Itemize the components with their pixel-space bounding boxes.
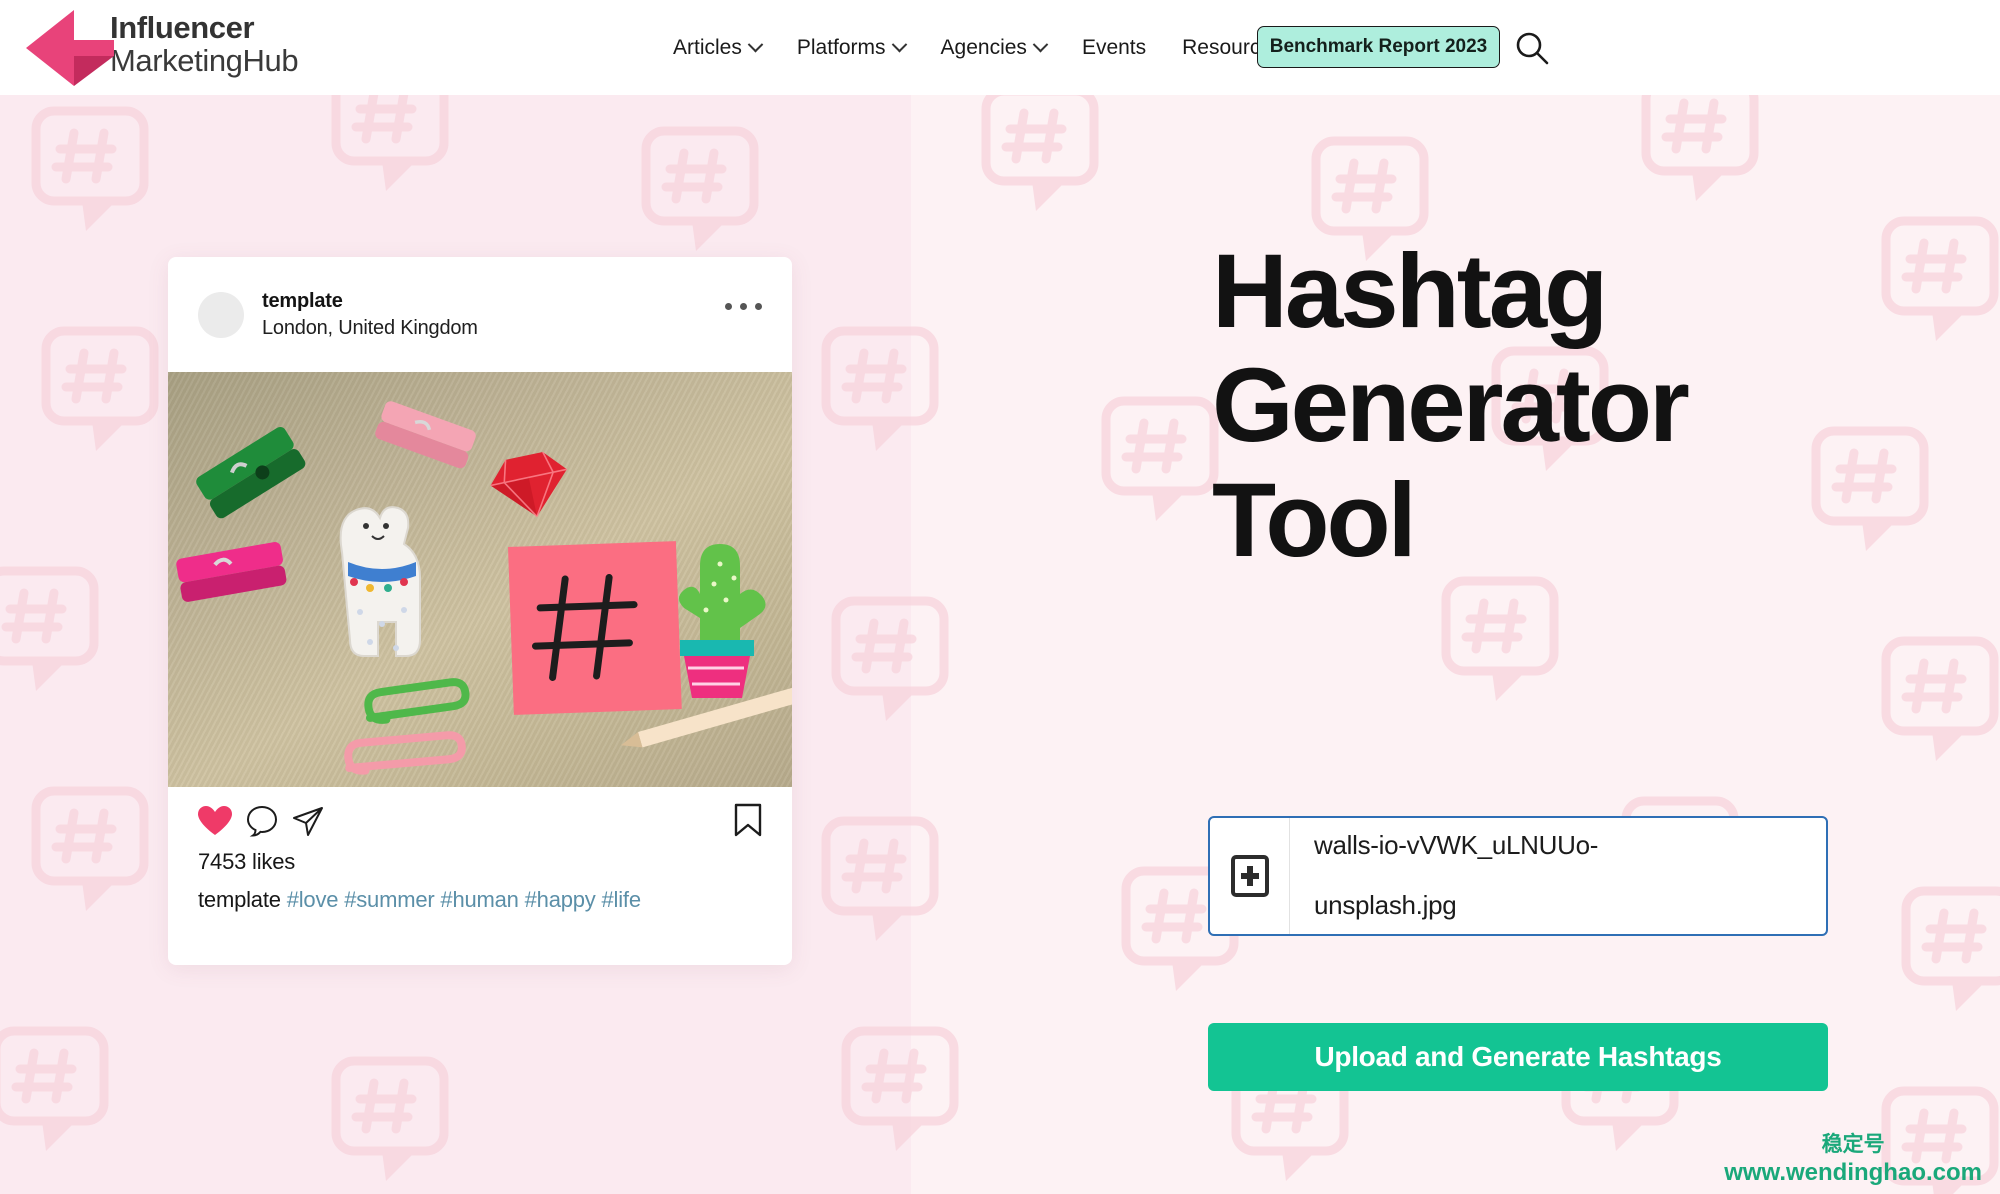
nav-item-articles[interactable]: Articles bbox=[655, 36, 779, 60]
upload-and-generate-button[interactable]: Upload and Generate Hashtags bbox=[1208, 1023, 1828, 1091]
selected-filename: walls-io-vVWK_uLNUUo- unsplash.jpg bbox=[1290, 818, 1826, 934]
filename-line-2: unsplash.jpg bbox=[1314, 890, 1457, 920]
post-username: template bbox=[262, 289, 343, 312]
watermark-line-2: www.wendinghao.com bbox=[1724, 1159, 1982, 1186]
chevron-down-icon bbox=[747, 36, 764, 53]
site-header: Influencer MarketingHub Articles Platfor… bbox=[0, 0, 2000, 95]
bookmark-icon[interactable] bbox=[734, 803, 762, 837]
nav-item-agencies[interactable]: Agencies bbox=[923, 36, 1064, 60]
post-header: template London, United Kingdom bbox=[168, 257, 792, 372]
file-upload-input[interactable]: walls-io-vVWK_uLNUUo- unsplash.jpg bbox=[1208, 816, 1828, 936]
post-author-block: template London, United Kingdom bbox=[262, 290, 478, 340]
avatar bbox=[198, 291, 244, 338]
chevron-down-icon bbox=[1032, 36, 1049, 53]
nav-item-platforms[interactable]: Platforms bbox=[779, 36, 923, 60]
nav-label-events: Events bbox=[1081, 35, 1147, 59]
page-title: Hashtag Generator Tool bbox=[1212, 233, 1690, 579]
nav-label-platforms: Platforms bbox=[796, 35, 886, 59]
post-action-bar bbox=[168, 787, 792, 855]
logo-line-2: MarketingHub bbox=[110, 43, 299, 78]
post-photo bbox=[168, 372, 792, 787]
heart-icon[interactable] bbox=[198, 806, 232, 836]
chevron-down-icon bbox=[891, 36, 907, 53]
add-file-plus-icon[interactable] bbox=[1210, 818, 1290, 934]
site-logo[interactable]: Influencer MarketingHub bbox=[26, 10, 299, 86]
watermark-line-1: 稳定号 bbox=[1821, 1132, 1885, 1156]
post-location: London, United Kingdom bbox=[262, 316, 478, 339]
more-options-icon[interactable] bbox=[725, 303, 762, 310]
paper-plane-icon[interactable] bbox=[292, 805, 324, 837]
post-caption: template #love #summer #human #happy #li… bbox=[168, 875, 792, 913]
comment-bubble-icon[interactable] bbox=[246, 805, 278, 837]
main-navigation: Articles Platforms Agencies Events Resou… bbox=[655, 0, 1320, 95]
caption-hashtags: #love #summer #human #happy #life bbox=[286, 887, 641, 912]
nav-label-articles: Articles bbox=[673, 35, 742, 59]
nav-label-agencies: Agencies bbox=[940, 35, 1027, 59]
watermark: 稳定号 www.wendinghao.com bbox=[1724, 1132, 1982, 1188]
hero-section: template London, United Kingdom 7453 lik… bbox=[0, 95, 2000, 1194]
arrow-logo-icon bbox=[26, 10, 114, 86]
filename-line-1: walls-io-vVWK_uLNUUo- bbox=[1314, 830, 1599, 861]
nav-item-events[interactable]: Events bbox=[1064, 36, 1164, 60]
caption-author: template bbox=[198, 887, 281, 912]
logo-line-1: Influencer bbox=[110, 10, 255, 45]
benchmark-report-button[interactable]: Benchmark Report 2023 bbox=[1257, 26, 1500, 68]
instagram-post-card: template London, United Kingdom 7453 lik… bbox=[168, 257, 792, 965]
search-icon[interactable] bbox=[1512, 28, 1552, 68]
